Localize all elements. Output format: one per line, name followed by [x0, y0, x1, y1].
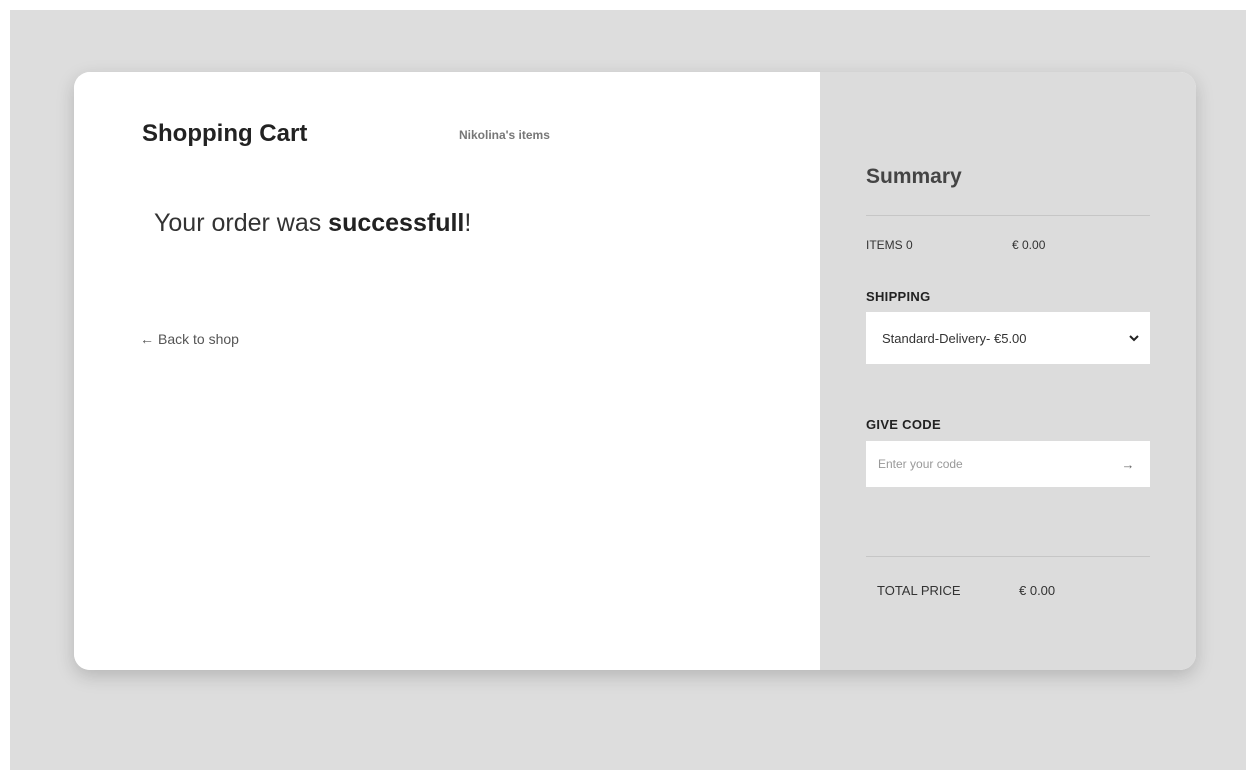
items-price: € 0.00 [1012, 238, 1046, 252]
summary-divider-top [866, 215, 1150, 216]
order-message-highlight: successfull [328, 209, 465, 237]
cart-owner-label: Nikolina's items [459, 128, 550, 142]
shipping-label: SHIPPING [866, 289, 931, 304]
cart-panel: Shopping Cart Nikolina's items Your orde… [74, 72, 820, 670]
chevron-down-icon [1128, 333, 1140, 343]
code-input[interactable] [866, 441, 1106, 487]
order-message-suffix: ! [464, 209, 472, 237]
shipping-select[interactable]: Standard-Delivery- €5.00 [866, 312, 1150, 364]
items-count-label: ITEMS 0 [866, 238, 913, 252]
summary-divider-bottom [866, 556, 1150, 557]
order-message-prefix: Your order was [154, 209, 329, 237]
order-success-message: Your order was successfull! [154, 209, 471, 238]
summary-panel: Summary ITEMS 0 € 0.00 SHIPPING Standard… [820, 72, 1196, 670]
shipping-selected-value: Standard-Delivery- €5.00 [882, 330, 1027, 346]
arrow-left-icon: ← [140, 331, 154, 347]
summary-title: Summary [866, 165, 962, 188]
cart-title: Shopping Cart [142, 120, 308, 147]
back-to-shop-label: Back to shop [158, 331, 239, 347]
arrow-right-icon[interactable]: → [1106, 441, 1150, 487]
code-input-group: → [866, 441, 1150, 487]
items-row: ITEMS 0 € 0.00 [866, 238, 1045, 252]
total-price-value: € 0.00 [1019, 583, 1056, 598]
total-row: TOTAL PRICE € 0.00 [877, 583, 1055, 598]
total-price-label: TOTAL PRICE [877, 583, 961, 598]
cart-card: Shopping Cart Nikolina's items Your orde… [74, 72, 1196, 670]
back-to-shop-link[interactable]: ← Back to shop [140, 331, 239, 347]
give-code-label: GIVE CODE [866, 417, 941, 432]
